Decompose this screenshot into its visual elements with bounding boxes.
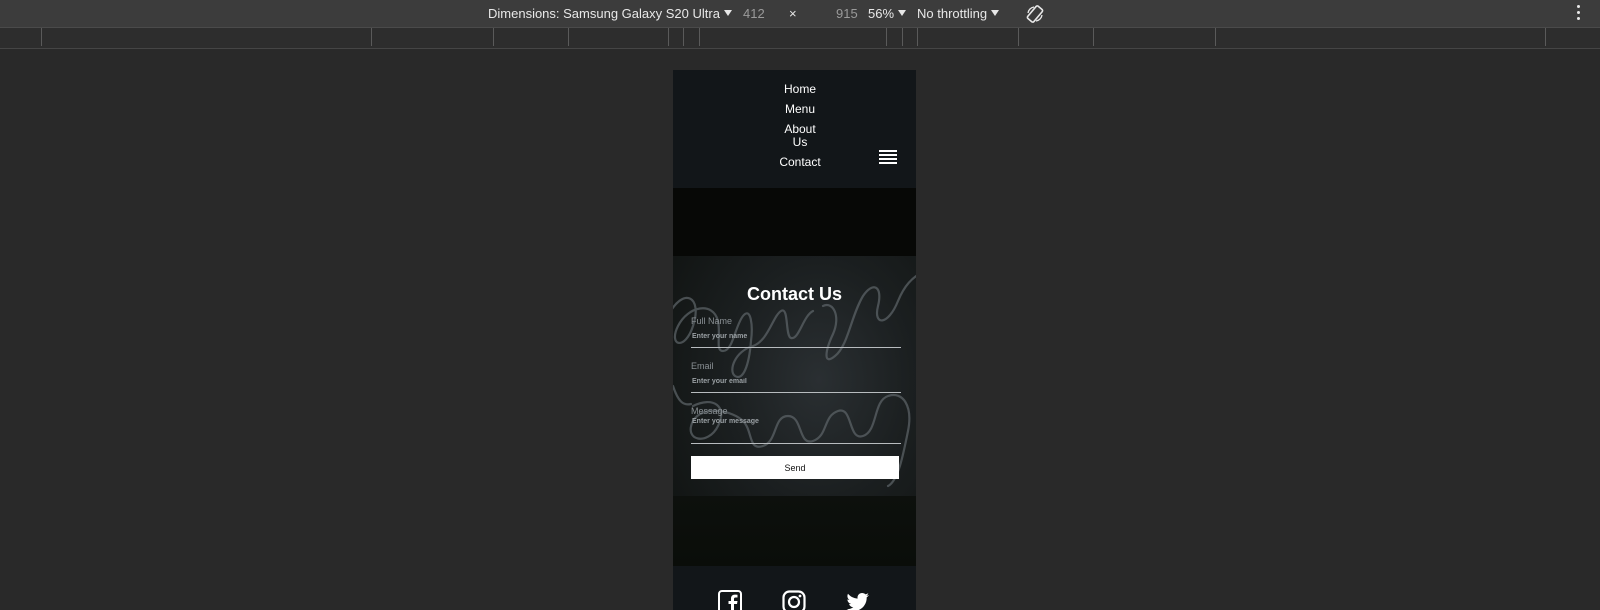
site-footer xyxy=(673,566,916,610)
throttling-dropdown[interactable]: No throttling xyxy=(917,0,1000,27)
contact-section: Contact Us Full Name Email Message Send xyxy=(673,256,916,566)
contact-title: Contact Us xyxy=(746,284,842,304)
email-input[interactable] xyxy=(691,371,901,393)
send-button[interactable]: Send xyxy=(691,456,899,479)
nav-link-about[interactable]: About Us xyxy=(780,123,820,149)
message-textarea[interactable] xyxy=(691,416,901,444)
dimensions-label: Dimensions: Samsung Galaxy S20 Ultra xyxy=(488,6,720,21)
times-symbol: × xyxy=(789,6,797,21)
nav-link-menu[interactable]: Menu xyxy=(755,103,845,116)
more-options-icon[interactable] xyxy=(1576,5,1580,23)
twitter-icon[interactable] xyxy=(846,590,870,610)
dropdown-caret-icon xyxy=(723,10,732,16)
nav-links: Home Menu About Us Contact xyxy=(755,83,845,176)
media-query-ruler xyxy=(0,28,1600,49)
zoom-label: 56% xyxy=(868,6,895,21)
dropdown-caret-icon xyxy=(898,10,907,16)
device-dimensions-dropdown[interactable]: Dimensions: Samsung Galaxy S20 Ultra xyxy=(488,0,732,27)
site-navbar: Home Menu About Us Contact xyxy=(673,70,916,188)
full-name-label: Full Name xyxy=(691,316,733,326)
instagram-icon[interactable] xyxy=(782,590,806,610)
email-label: Email xyxy=(691,361,714,371)
device-toolbar: Dimensions: Samsung Galaxy S20 Ultra 412… xyxy=(0,0,1600,28)
message-label: Message xyxy=(691,406,728,416)
rotate-icon[interactable] xyxy=(1025,4,1045,24)
device-viewport: Home Menu About Us Contact Contact Us Fu… xyxy=(673,70,916,610)
width-input[interactable]: 412 xyxy=(743,0,765,27)
height-input[interactable]: 915 xyxy=(836,0,858,27)
nav-link-contact[interactable]: Contact xyxy=(755,156,845,169)
hero-background xyxy=(673,188,916,256)
contact-form: Full Name Email Message Send xyxy=(691,316,901,479)
full-name-input[interactable] xyxy=(691,326,901,348)
facebook-icon[interactable] xyxy=(718,590,742,610)
nav-link-home[interactable]: Home xyxy=(755,83,845,96)
hamburger-icon[interactable] xyxy=(879,150,897,164)
dropdown-caret-icon xyxy=(991,10,1000,16)
throttling-label: No throttling xyxy=(917,6,988,21)
contact-bottom-fade xyxy=(673,496,916,566)
zoom-dropdown[interactable]: 56% xyxy=(868,0,907,27)
